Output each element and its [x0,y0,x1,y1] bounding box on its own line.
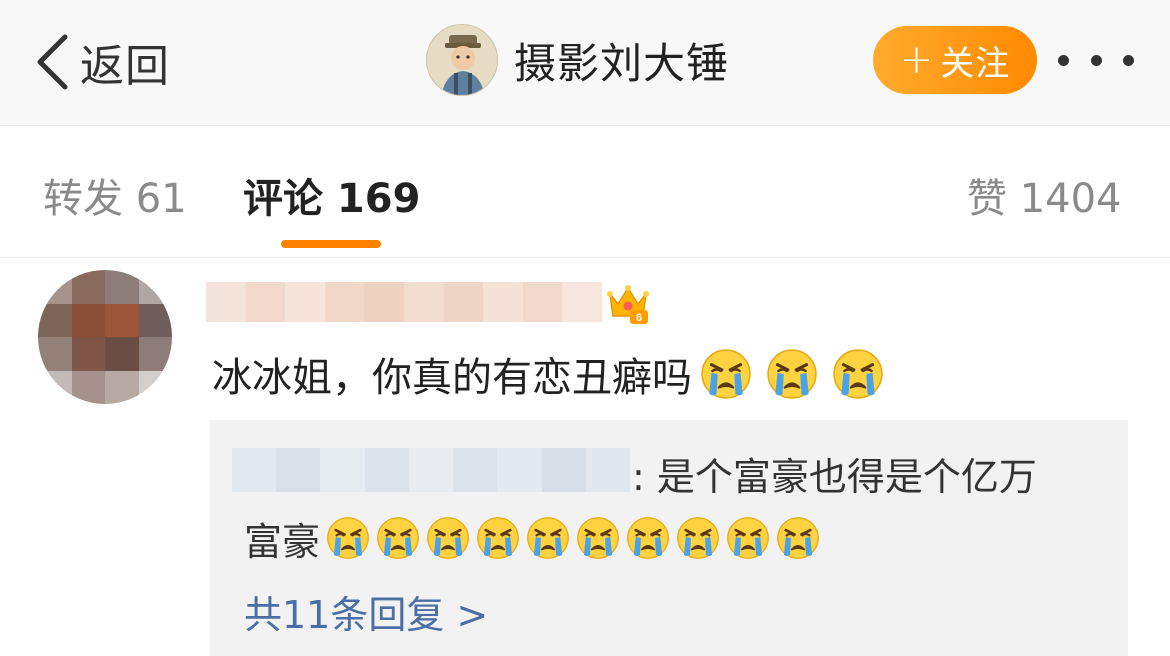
crying-face-icon [526,516,570,560]
tab-comments[interactable]: 评论 169 [243,166,420,224]
crying-face-icon [676,516,720,560]
crying-face-icon [576,516,620,560]
comment-body: 冰冰姐，你真的有恋丑癖吗 [212,346,898,402]
top-nav-bar: 返回 摄影刘大锤 + 关注 [0,0,1170,126]
crying-face-icon [626,516,670,560]
crying-face-icon [766,348,818,400]
crying-face-icon [326,516,370,560]
reply-emoji-group [326,516,826,560]
crown-level-icon: 6 [607,285,649,324]
comment-text: 冰冰姐，你真的有恋丑癖吗 [212,355,692,401]
more-options-icon[interactable] [1058,44,1134,76]
crying-face-icon [376,516,420,560]
reply-preview[interactable]: : 是个富豪也得是个亿万 富豪 共11条回复 > [210,420,1128,656]
dot [1123,54,1134,66]
dot [1090,54,1102,66]
svg-text:6: 6 [636,312,642,324]
crying-face-icon [726,516,770,560]
crying-face-icon [700,348,752,400]
crying-face-icon [426,516,470,560]
profile-name: 摄影刘大锤 [514,38,730,88]
tab-repost[interactable]: 转发 61 [43,166,187,224]
replier-username-blurred[interactable] [232,448,630,492]
reply-text-end: 富豪 [244,519,321,564]
comment-emoji-group [700,348,898,400]
user-avatar-illustration [427,25,497,95]
active-tab-indicator [281,240,381,248]
engagement-tabs: 转发 61 评论 169 赞 1404 [0,126,1170,258]
commenter-avatar[interactable] [38,270,172,404]
crying-face-icon [832,348,884,400]
commenter-username-blurred[interactable] [206,282,602,322]
profile-header[interactable]: 摄影刘大锤 [426,24,729,96]
reply-text-line2: 富豪 [244,510,826,566]
crying-face-icon [776,516,820,560]
avatar[interactable] [426,24,498,96]
reply-text-line1: : 是个富豪也得是个亿万 [632,455,1037,499]
chevron-left-icon [37,34,68,90]
view-replies-link[interactable]: 共11条回复 > [244,584,488,639]
dot [1058,54,1069,66]
tab-likes[interactable]: 赞 1404 [967,166,1122,224]
back-button[interactable]: 返回 [34,30,170,94]
back-label: 返回 [80,41,170,92]
crying-face-icon [476,516,520,560]
plus-icon: + [899,37,935,83]
follow-button[interactable]: + 关注 [873,26,1037,94]
pixelated-avatar [38,270,172,404]
follow-label: 关注 [940,43,1011,84]
